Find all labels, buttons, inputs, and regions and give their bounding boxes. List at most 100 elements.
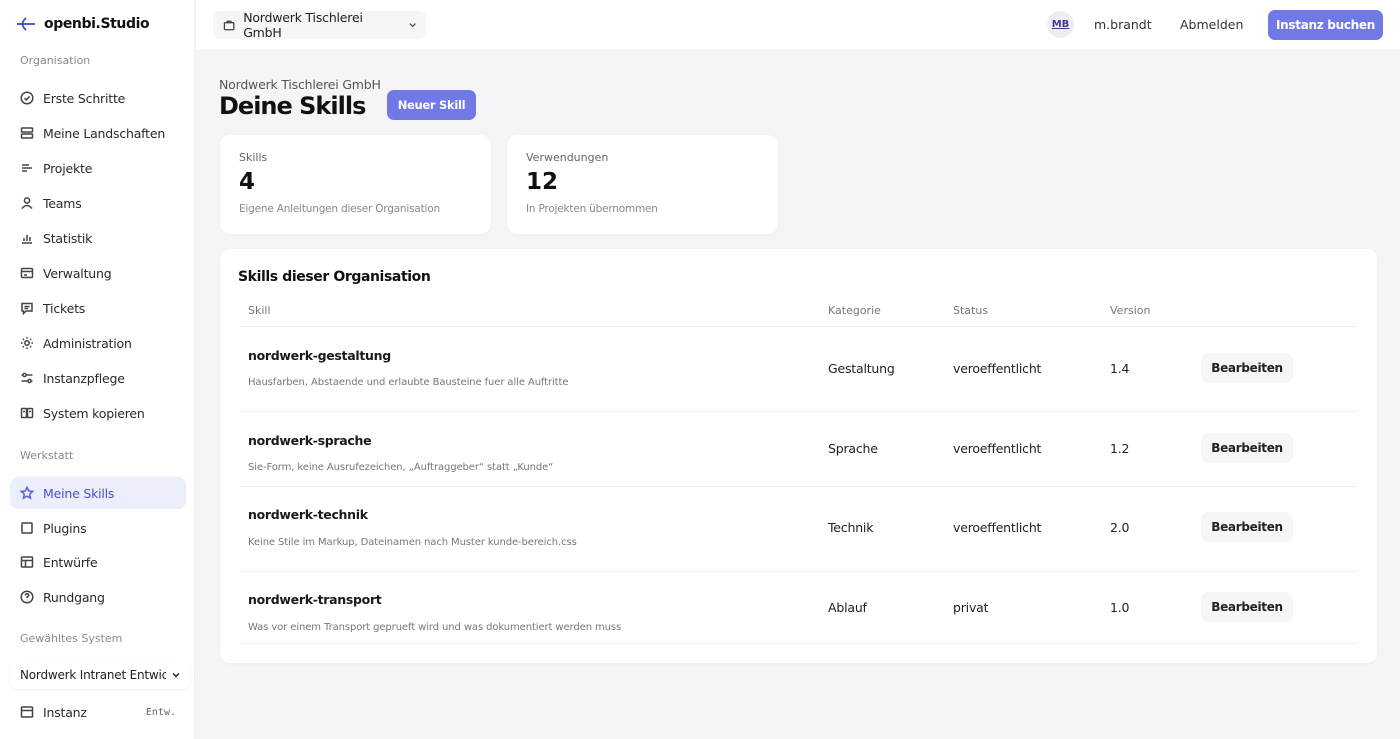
sidebar-item-instanzpflege[interactable]: Instanzpflege [10,362,186,394]
bar-chart-icon [20,231,34,245]
star-icon [20,486,34,500]
section-label-organisation: Organisation [20,54,91,67]
skill-status: veroeffentlicht [953,441,1042,456]
brand-name: openbi.Studio [44,16,150,32]
skill-category: Sprache [828,441,878,456]
copy-icon [20,406,34,420]
edit-button[interactable]: Bearbeiten [1201,433,1293,463]
sidebar-item-erste-schritte[interactable]: Erste Schritte [10,82,186,114]
skill-status: veroeffentlicht [953,520,1042,535]
server-icon [20,126,34,140]
check-circle-icon [20,91,34,105]
section-label-gewaehltes-system: Gewähltes System [20,632,123,645]
column-header-version: Version [1110,304,1151,317]
sidebar-item-rundgang[interactable]: Rundgang [10,581,186,613]
skill-status: privat [953,600,989,615]
skill-version: 1.4 [1110,361,1130,376]
sidebar-item-statistik[interactable]: Statistik [10,222,186,254]
stat-card-verwendungen: Verwendungen 12 In Projekten übernommen [507,135,778,234]
organisation-select-value: Nordwerk Tischlerei GmbH [243,10,363,40]
skill-name: nordwerk-sprache [248,433,372,448]
sidebar-item-label: Projekte [43,160,93,176]
system-select[interactable]: Nordwerk Intranet Entwicklung [10,661,190,689]
skill-version: 1.0 [1110,600,1130,615]
page-title: Deine Skills [219,92,366,120]
edit-button[interactable]: Bearbeiten [1201,512,1293,542]
sidebar-item-label: Statistik [43,230,93,246]
sidebar-item-label: Meine Skills [43,485,115,501]
sidebar: openbi.Studio Organisation Erste Schritt… [0,0,195,739]
layout-icon [20,705,34,719]
sidebar-item-meine-landschaften[interactable]: Meine Landschaften [10,117,186,149]
new-skill-button[interactable]: Neuer Skill [387,90,476,120]
chevron-down-icon [409,23,416,28]
top-bar: Nordwerk Tischlerei GmbH MB m.brandt Abm… [196,0,1400,49]
sidebar-item-label: Plugins [43,520,87,536]
organisation-select[interactable]: Nordwerk Tischlerei GmbH [213,10,426,40]
skill-name: nordwerk-technik [248,507,368,522]
sidebar-item-verwaltung[interactable]: Verwaltung [10,257,186,289]
avatar[interactable]: MB [1047,11,1074,38]
sidebar-item-label: Entwürfe [43,554,98,570]
list-icon [20,161,34,175]
skill-name: nordwerk-transport [248,592,382,607]
sidebar-item-entwuerfe[interactable]: Entwürfe [10,546,186,578]
brand-logo[interactable]: openbi.Studio [14,14,150,34]
sun-icon [20,336,34,350]
sidebar-item-system-kopieren[interactable]: System kopieren [10,397,186,429]
skill-description: Hausfarben, Abstaende und erlaubte Baust… [248,377,569,388]
system-select-value: Nordwerk Intranet Entwicklung [20,668,166,682]
sidebar-item-projekte[interactable]: Projekte [10,152,186,184]
sidebar-item-instanz[interactable]: Instanz Entw. [10,697,186,727]
sidebar-item-plugins[interactable]: Plugins [10,512,186,544]
sidebar-item-label: Instanz [43,704,87,720]
edit-button[interactable]: Bearbeiten [1201,592,1293,622]
environment-tag: Entw. [145,706,176,718]
skill-description: Sie-Form, keine Ausrufezeichen, „Auftrag… [248,462,554,473]
page-organisation: Nordwerk Tischlerei GmbH [219,77,381,92]
skills-table-card: Skills dieser Organisation Skill Kategor… [220,249,1377,663]
help-circle-icon [20,590,34,604]
credit-card-icon [20,266,34,280]
skill-category: Ablauf [828,600,867,615]
column-header-category: Kategorie [828,304,881,317]
square-icon [20,521,34,535]
stat-card-skills: Skills 4 Eigene Anleitungen dieser Organ… [220,135,491,234]
stat-value: 12 [526,169,559,195]
sidebar-item-label: Tickets [43,300,86,316]
sidebar-item-label: Verwaltung [43,265,112,281]
sidebar-item-administration[interactable]: Administration [10,327,186,359]
sidebar-item-label: Instanzpflege [43,370,125,386]
stat-subtext: Eigene Anleitungen dieser Organisation [239,203,440,215]
book-instance-button[interactable]: Instanz buchen [1268,10,1383,40]
chevron-down-icon [172,672,180,678]
sidebar-item-tickets[interactable]: Tickets [10,292,186,324]
skill-description: Keine Stile im Markup, Dateinamen nach M… [248,537,577,548]
sidebar-item-label: Rundgang [43,589,105,605]
user-name[interactable]: m.brandt [1094,17,1152,32]
stat-label: Skills [239,151,268,164]
table-row: nordwerk-sprache Sie-Form, keine Ausrufe… [220,412,1377,486]
table-row: nordwerk-transport Was vor einem Transpo… [220,572,1377,644]
table-title: Skills dieser Organisation [238,269,431,285]
edit-button[interactable]: Bearbeiten [1201,353,1293,383]
table-row: nordwerk-gestaltung Hausfarben, Abstaend… [220,327,1377,411]
row-divider [240,643,1357,644]
sidebar-item-teams[interactable]: Teams [10,187,186,219]
user-icon [20,196,34,210]
sidebar-item-label: System kopieren [43,405,145,421]
layout-icon [20,555,34,569]
message-icon [20,301,34,315]
sidebar-item-meine-skills[interactable]: Meine Skills [10,477,186,509]
column-header-status: Status [953,304,989,317]
skill-version: 2.0 [1110,520,1130,535]
logout-link[interactable]: Abmelden [1180,17,1243,32]
sidebar-item-label: Teams [43,195,82,211]
skill-status: veroeffentlicht [953,361,1042,376]
skill-category: Gestaltung [828,361,895,376]
stat-subtext: In Projekten übernommen [526,203,658,215]
skill-category: Technik [828,520,874,535]
skill-description: Was vor einem Transport geprueft wird un… [248,622,622,633]
sidebar-item-label: Administration [43,335,132,351]
sidebar-item-label: Meine Landschaften [43,125,166,141]
